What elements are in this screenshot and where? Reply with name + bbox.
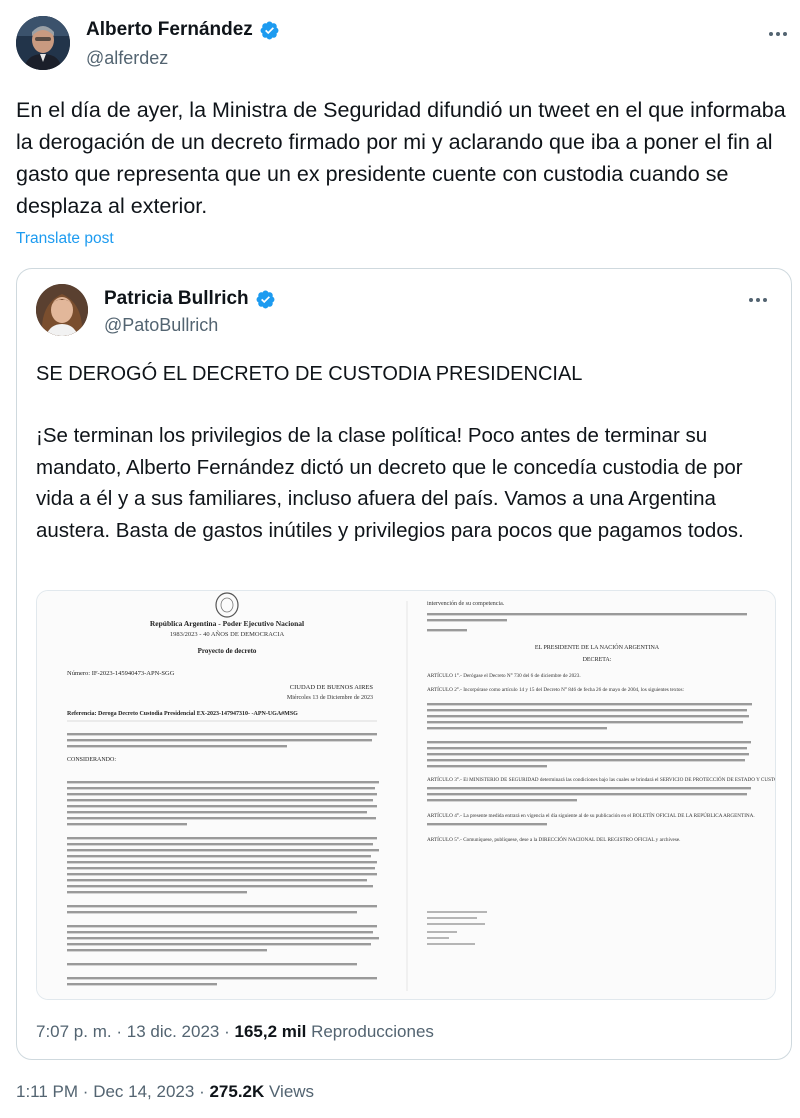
views-count: 275.2K — [209, 1082, 265, 1101]
tweet-time[interactable]: 1:11 PM — [16, 1082, 78, 1101]
doc-article-1: ARTÍCULO 1°.- Derógase el Decreto N° 730… — [427, 671, 581, 679]
separator-dot: · — [224, 1022, 235, 1041]
doc-article-4: ARTÍCULO 4°.- La presente medida entrará… — [427, 811, 755, 819]
doc-reference: Referencia: Deroga Decreto Custodia Pres… — [67, 711, 298, 717]
author-handle[interactable]: @alferdez — [86, 48, 168, 69]
doc-city: CIUDAD DE BUENOS AIRES — [290, 684, 374, 691]
document-image[interactable]: República Argentina - Poder Ejecutivo Na… — [36, 590, 776, 1000]
quoted-views-label: Reproducciones — [311, 1022, 434, 1041]
author-name-row: Alberto Fernández — [86, 19, 280, 41]
quoted-date[interactable]: 13 dic. 2023 — [127, 1022, 220, 1041]
views-label: Views — [269, 1082, 315, 1101]
translate-post-link[interactable]: Translate post — [16, 230, 114, 248]
doc-article-2: ARTÍCULO 2°.- Incorpórase como artículo … — [427, 685, 685, 693]
doc-number: Número: IF-2023-145940473-APN-SGG — [67, 670, 175, 677]
doc-intro: intervención de su competencia. — [427, 601, 505, 607]
doc-header-1: República Argentina - Poder Ejecutivo Na… — [150, 619, 304, 628]
tweet: Alberto Fernández @alferdez En el día de… — [0, 0, 800, 1118]
doc-date: Miércoles 13 de Diciembre de 2023 — [287, 695, 373, 701]
quoted-body: ¡Se terminan los privilegios de la clase… — [36, 424, 744, 542]
avatar[interactable] — [16, 16, 70, 70]
doc-header-2: 1983/2023 - 40 AÑOS DE DEMOCRACIA — [170, 630, 285, 638]
tweet-date[interactable]: Dec 14, 2023 — [93, 1082, 194, 1101]
more-options-icon[interactable] — [744, 290, 772, 310]
quoted-author-handle[interactable]: @PatoBullrich — [104, 315, 218, 336]
tweet-text: En el día de ayer, la Ministra de Seguri… — [16, 98, 786, 218]
doc-type: Proyecto de decreto — [198, 647, 257, 655]
quoted-author-name-row: Patricia Bullrich — [104, 288, 276, 310]
doc-decreta: DECRETA: — [583, 657, 612, 663]
quoted-author-name[interactable]: Patricia Bullrich — [104, 288, 249, 310]
more-options-icon[interactable] — [764, 24, 792, 44]
author-name[interactable]: Alberto Fernández — [86, 19, 253, 41]
doc-considerando: CONSIDERANDO: — [67, 757, 116, 763]
verified-badge-icon — [255, 289, 276, 310]
quoted-views-count: 165,2 mil — [234, 1022, 307, 1041]
separator-dot: · — [199, 1082, 210, 1101]
separator-dot: · — [116, 1022, 127, 1041]
decree-document: República Argentina - Poder Ejecutivo Na… — [37, 591, 776, 999]
quoted-tweet-meta: 7:07 p. m. · 13 dic. 2023 · 165,2 mil Re… — [36, 1022, 434, 1042]
tweet-meta: 1:11 PM · Dec 14, 2023 · 275.2K Views — [16, 1082, 314, 1102]
quoted-headline: SE DEROGÓ EL DECRETO DE CUSTODIA PRESIDE… — [36, 363, 583, 385]
quoted-time[interactable]: 7:07 p. m. — [36, 1022, 112, 1041]
doc-article-5: ARTÍCULO 5°.- Comuníquese, publíquese, d… — [427, 835, 680, 843]
separator-dot: · — [82, 1082, 94, 1101]
quoted-avatar[interactable] — [36, 284, 88, 336]
doc-article-3: ARTÍCULO 3°.- El MINISTERIO DE SEGURIDAD… — [427, 775, 776, 783]
doc-president-line: EL PRESIDENTE DE LA NACIÓN ARGENTINA — [535, 643, 660, 651]
quoted-avatar-photo — [36, 284, 88, 336]
avatar-photo — [16, 16, 70, 70]
verified-badge-icon — [259, 20, 280, 41]
